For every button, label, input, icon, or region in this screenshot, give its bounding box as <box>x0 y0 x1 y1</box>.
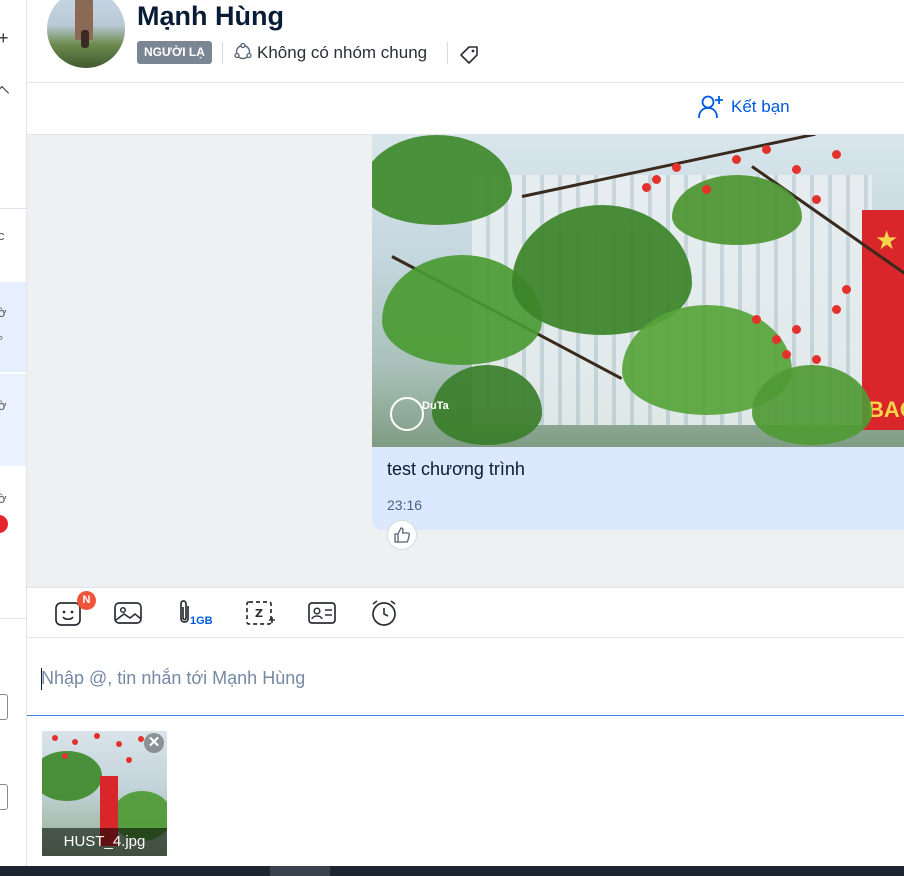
photo-flower <box>94 733 100 739</box>
photo-flower <box>832 305 841 314</box>
chat-window: + c ờ ° ờ ờ Mạnh Hùng NGƯỜI LẠ Không có … <box>0 0 904 876</box>
photo-flower <box>782 350 791 359</box>
remove-attachment-button[interactable]: ✕ <box>144 733 164 753</box>
photo-flower <box>752 315 761 324</box>
tag-icon[interactable] <box>457 42 481 66</box>
photo-flower <box>842 285 851 294</box>
attachment-preview-area: ✕ HUST_4.jpg <box>27 716 904 866</box>
add-friend-icon <box>698 95 723 119</box>
photo-flower <box>762 145 771 154</box>
message-list: ★ BAC <box>27 135 904 587</box>
list-item-fragment[interactable]: ° <box>0 333 3 348</box>
photo-star: ★ <box>875 225 899 255</box>
photo-flower <box>772 335 781 344</box>
contact-name[interactable]: Mạnh Hùng <box>137 1 284 32</box>
list-item[interactable] <box>0 374 26 466</box>
add-icon[interactable]: + <box>0 28 9 49</box>
attachment-filename: HUST_4.jpg <box>42 828 167 856</box>
alarm-clock-icon <box>372 600 396 626</box>
list-item-selected[interactable] <box>0 282 26 372</box>
screenshot-icon: Z <box>246 601 275 625</box>
message-composer <box>27 638 904 716</box>
photo-flower <box>642 183 651 192</box>
file-limit-label: 1GB <box>190 615 213 627</box>
checkbox-fragment[interactable] <box>0 784 8 810</box>
friend-request-bar: Kết bạn <box>27 83 904 135</box>
photo-flower <box>812 195 821 204</box>
divider <box>447 42 448 64</box>
divider <box>0 618 26 619</box>
stranger-badge: NGƯỜI LẠ <box>137 41 212 64</box>
message-text: test chương trình <box>387 459 525 479</box>
common-groups-label[interactable]: Không có nhóm chung <box>257 43 427 63</box>
thumbs-up-icon <box>394 527 410 543</box>
attachment-thumbnail[interactable]: ✕ HUST_4.jpg <box>42 731 167 856</box>
chat-header: Mạnh Hùng NGƯỜI LẠ Không có nhóm chung <box>27 0 904 83</box>
watermark-logo <box>390 397 424 431</box>
list-item-fragment[interactable]: ờ <box>0 305 7 320</box>
photo-flower <box>792 165 801 174</box>
os-taskbar <box>0 866 904 876</box>
contact-card-icon <box>308 602 336 624</box>
checkbox-fragment[interactable] <box>0 694 8 720</box>
text-cursor <box>41 668 42 690</box>
divider <box>222 42 223 64</box>
svg-text:Z: Z <box>255 607 263 620</box>
list-item-fragment[interactable]: ờ <box>0 398 7 413</box>
avatar-photo-detail <box>81 30 89 48</box>
react-button[interactable] <box>387 520 417 550</box>
photo-flower <box>62 753 68 759</box>
photo-flower <box>72 739 78 745</box>
watermark-logo: DuTa <box>422 400 449 412</box>
list-item-fragment[interactable]: ờ <box>0 491 7 506</box>
image-icon <box>114 602 142 624</box>
conversation-list-edge: + c ờ ° ờ ờ <box>0 0 27 866</box>
contact-card-button[interactable] <box>307 598 337 628</box>
photo-flower <box>126 757 132 763</box>
message-photo[interactable]: ★ BAC <box>372 135 904 447</box>
photo-leaf <box>42 751 102 801</box>
taskbar-item[interactable] <box>270 866 330 876</box>
image-button[interactable] <box>113 598 143 628</box>
divider <box>0 208 26 209</box>
collapse-icon[interactable] <box>0 85 10 101</box>
composer-toolbar: N 1GB Z <box>27 587 904 638</box>
notification-badge: N <box>77 591 96 610</box>
unread-dot <box>0 515 8 533</box>
photo-flower <box>702 185 711 194</box>
photo-flower <box>52 735 58 741</box>
photo-banner-text: BAC <box>868 397 904 422</box>
photo-flower <box>832 150 841 159</box>
photo-leaf <box>372 135 512 225</box>
message-bubble[interactable]: ★ BAC <box>372 135 904 530</box>
photo-flower <box>116 741 122 747</box>
avatar[interactable] <box>47 0 125 68</box>
list-item-fragment[interactable]: c <box>0 228 5 243</box>
add-friend-label: Kết bạn <box>731 97 790 116</box>
photo-flower <box>812 355 821 364</box>
screenshot-button[interactable]: Z <box>245 598 275 628</box>
photo-flower <box>652 175 661 184</box>
group-icon <box>234 43 252 60</box>
message-input[interactable] <box>41 662 881 694</box>
reminder-button[interactable] <box>369 598 399 628</box>
photo-flower <box>792 325 801 334</box>
photo-flower <box>732 155 741 164</box>
add-friend-button[interactable]: Kết bạn <box>697 94 790 120</box>
photo-flower <box>672 163 681 172</box>
message-time: 23:16 <box>387 497 423 513</box>
